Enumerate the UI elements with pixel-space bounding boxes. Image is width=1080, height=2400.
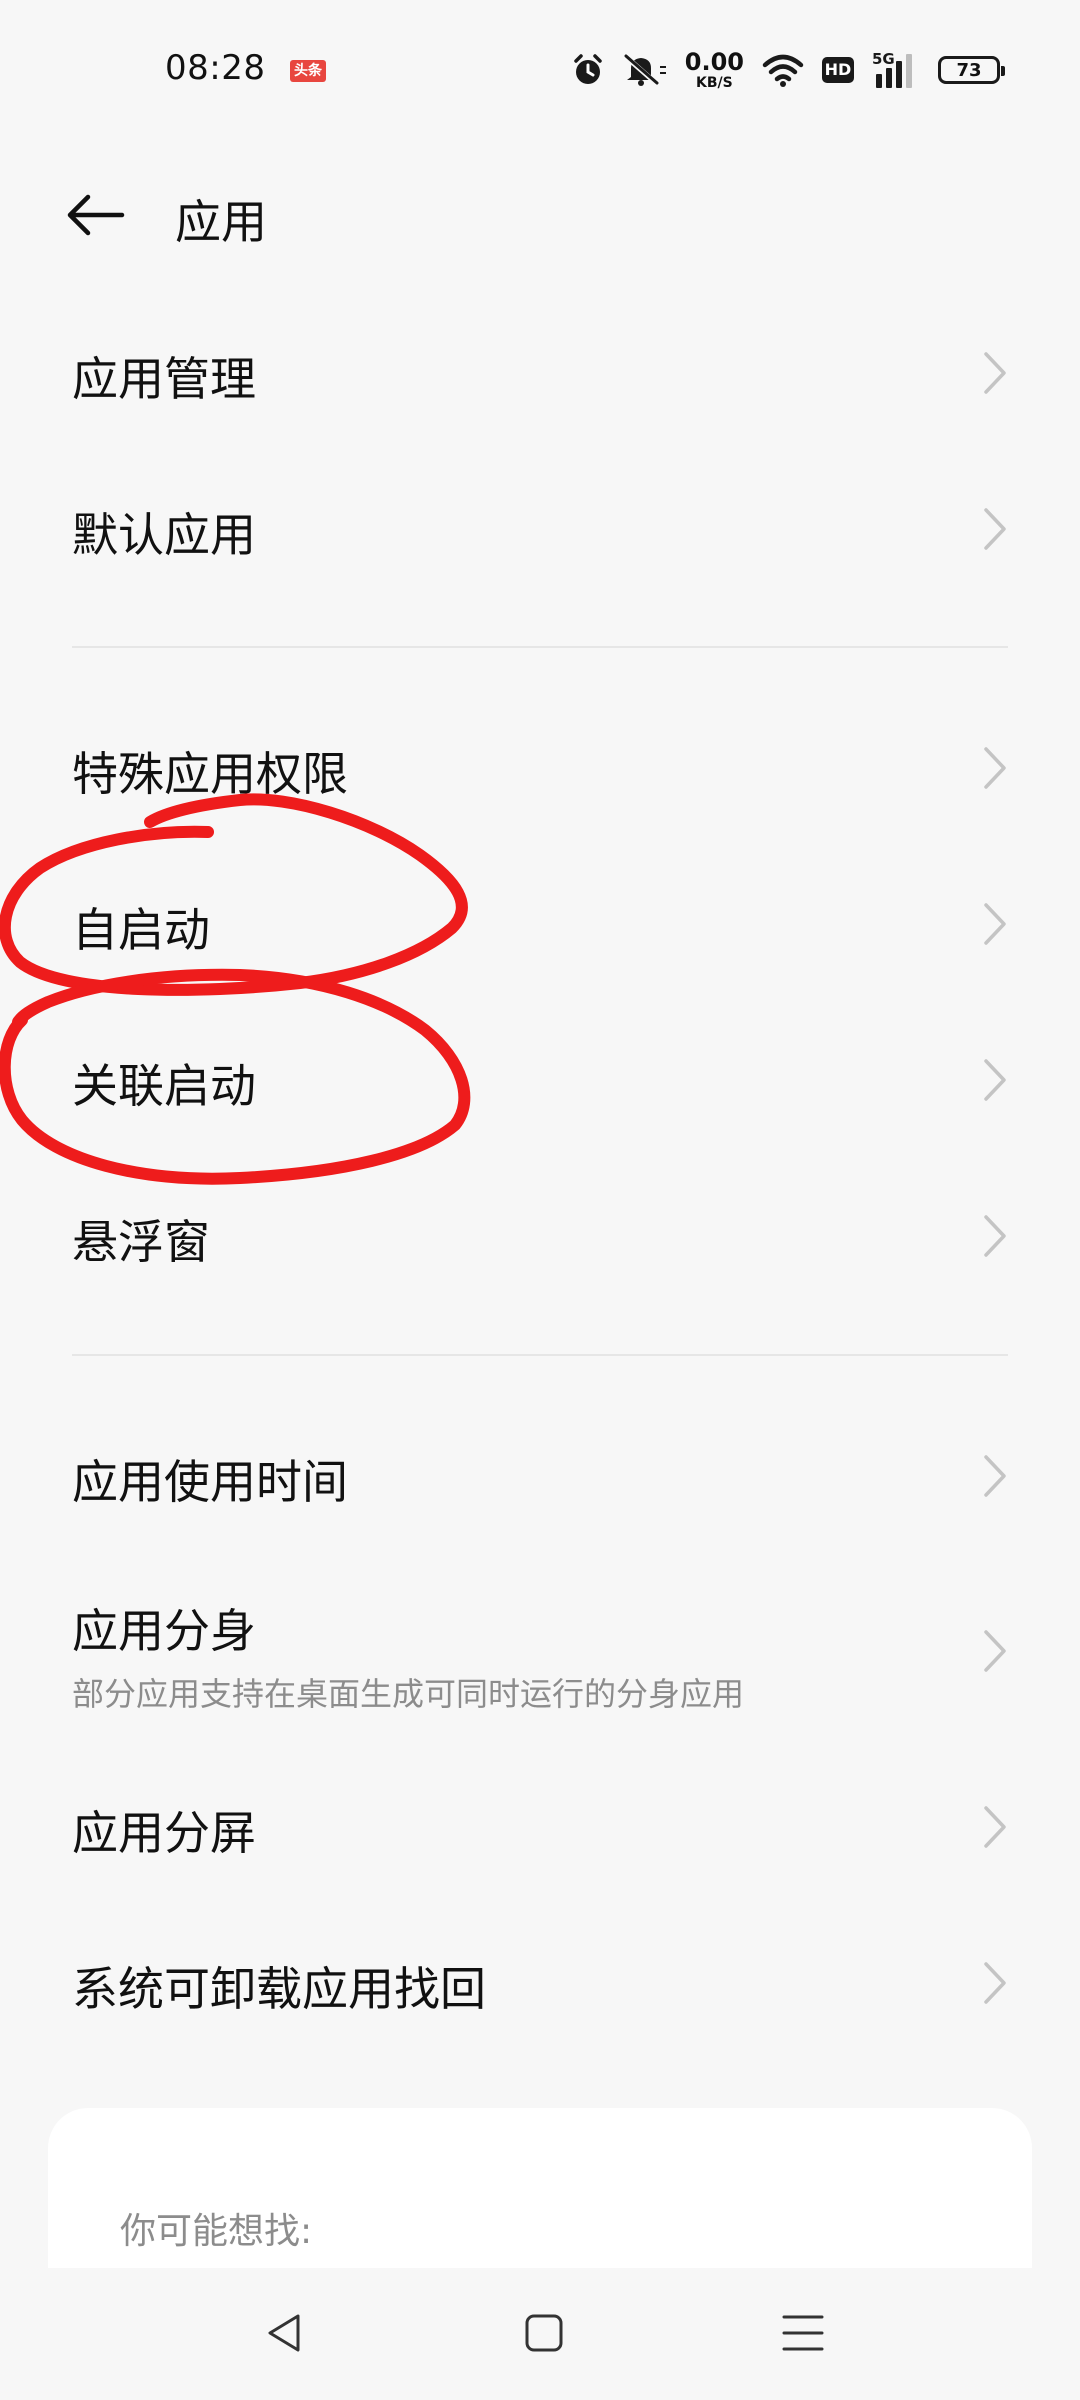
menu-item-subtitle: 部分应用支持在桌面生成可同时运行的分身应用 [72, 1675, 745, 1713]
menu-item-label: 系统可卸载应用找回 [72, 1962, 486, 2016]
toutiao-notification-icon: 头条 [290, 60, 326, 82]
home-square-icon[interactable] [521, 2310, 567, 2356]
chevron-right-icon [984, 1630, 1006, 1672]
menu-item-app-usage-time[interactable]: 应用使用时间 [0, 1400, 1080, 1550]
status-time: 08:28 [165, 48, 266, 88]
menu-item-label: 默认应用 [72, 508, 256, 562]
chevron-right-icon [984, 508, 1006, 550]
chevron-right-icon [984, 1806, 1006, 1848]
network-type-label: 5G [872, 50, 895, 68]
section-divider [72, 646, 1008, 648]
battery-icon: 73 [938, 56, 1005, 84]
chevron-right-icon [984, 1455, 1006, 1497]
chevron-right-icon [984, 1962, 1006, 2004]
menu-item-label: 应用使用时间 [72, 1455, 348, 1509]
net-speed-unit: KB/S [696, 75, 733, 91]
hd-icon: HD [822, 57, 854, 83]
menu-item-split-screen[interactable]: 应用分屏 [0, 1752, 1080, 1902]
page-title: 应用 [175, 195, 267, 249]
navigation-bar [0, 2268, 1080, 2400]
chevron-right-icon [984, 352, 1006, 394]
menu-item-special-permissions[interactable]: 特殊应用权限 [0, 693, 1080, 843]
status-bar: 08:28 头条 0.00 KB/S HD 5G 73 [0, 0, 1080, 140]
menu-item-associated-start[interactable]: 关联启动 [0, 1005, 1080, 1155]
menu-item-label: 自启动 [72, 903, 210, 957]
menu-item-label: 特殊应用权限 [72, 747, 348, 801]
chevron-right-icon [984, 903, 1006, 945]
alarm-icon [574, 54, 602, 84]
suggestions-card: 你可能想找: [48, 2108, 1032, 2268]
battery-level: 73 [956, 59, 982, 81]
menu-item-recover-system-apps[interactable]: 系统可卸载应用找回 [0, 1908, 1080, 2058]
app-header: 应用 [0, 170, 1080, 260]
back-triangle-icon[interactable] [262, 2310, 308, 2356]
menu-lines-icon[interactable] [780, 2310, 826, 2356]
menu-item-app-clone[interactable]: 应用分身 部分应用支持在桌面生成可同时运行的分身应用 [0, 1566, 1080, 1736]
net-speed-value: 0.00 [684, 48, 744, 76]
suggestions-title: 你可能想找: [120, 2211, 313, 2252]
menu-item-label: 悬浮窗 [72, 1215, 210, 1269]
arrow-left-icon[interactable] [60, 190, 130, 240]
chevron-right-icon [984, 1215, 1006, 1257]
menu-item-auto-start[interactable]: 自启动 [0, 849, 1080, 999]
chevron-right-icon [984, 1059, 1006, 1101]
menu-item-label: 应用管理 [72, 352, 256, 406]
menu-item-app-management[interactable]: 应用管理 [0, 298, 1080, 448]
menu-item-label: 关联启动 [72, 1059, 256, 1113]
menu-item-default-apps[interactable]: 默认应用 [0, 454, 1080, 604]
status-icons: 0.00 KB/S HD 5G 73 [571, 46, 1005, 94]
wifi-icon [762, 54, 804, 87]
network-speed: 0.00 KB/S [685, 50, 744, 90]
chevron-right-icon [984, 747, 1006, 789]
signal-icon: 5G [872, 50, 912, 88]
menu-item-floating-window[interactable]: 悬浮窗 [0, 1161, 1080, 1311]
menu-item-label: 应用分屏 [72, 1806, 256, 1860]
menu-item-label: 应用分身 [72, 1604, 256, 1658]
section-divider [72, 1354, 1008, 1356]
mute-icon [623, 54, 666, 86]
